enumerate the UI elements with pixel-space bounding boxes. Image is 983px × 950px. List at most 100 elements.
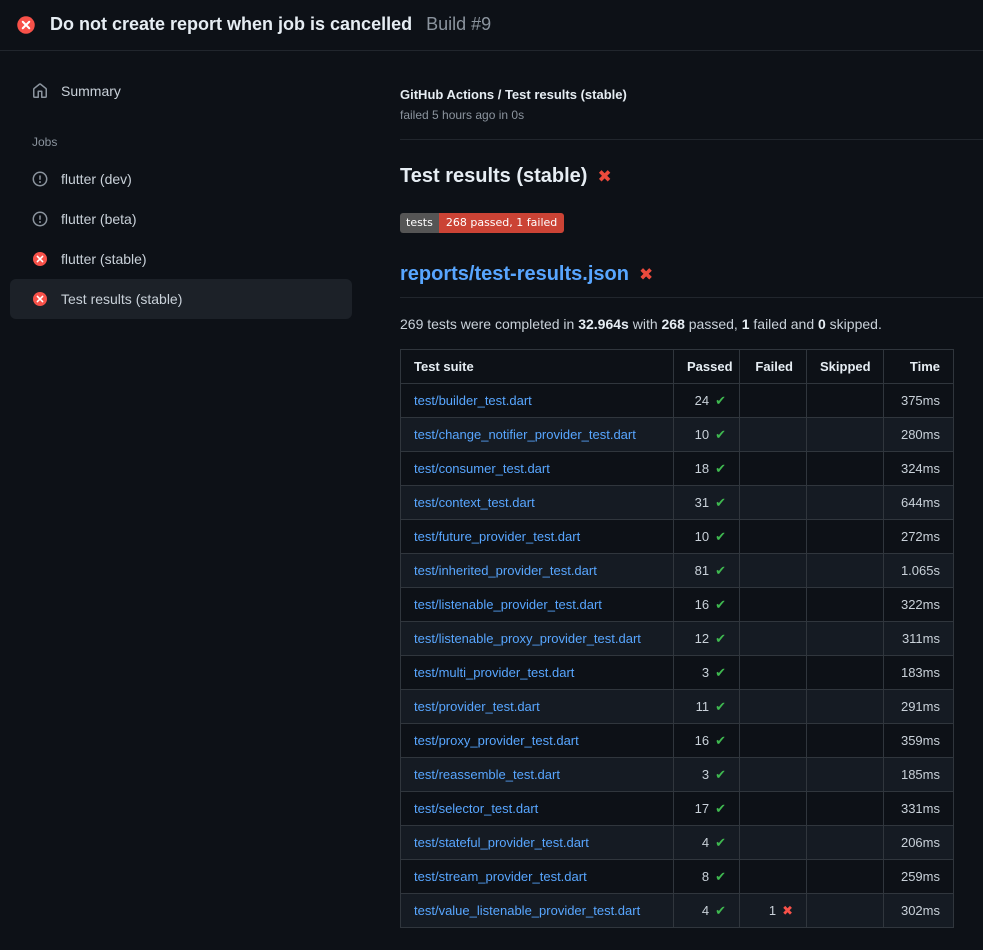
suite-cell: test/stream_provider_test.dart bbox=[401, 860, 674, 894]
passed-count: 17 bbox=[695, 801, 709, 816]
failed-cell bbox=[740, 452, 807, 486]
suite-cell: test/multi_provider_test.dart bbox=[401, 656, 674, 690]
table-row: test/consumer_test.dart 18✔ 324ms bbox=[401, 452, 954, 486]
passed-cell: 8✔ bbox=[674, 860, 740, 894]
x-icon: ✖ bbox=[782, 903, 793, 918]
summary-text: with bbox=[629, 316, 662, 332]
failed-cell bbox=[740, 758, 807, 792]
check-icon: ✔ bbox=[715, 665, 726, 680]
table-row: test/reassemble_test.dart 3✔ 185ms bbox=[401, 758, 954, 792]
skipped-cell bbox=[807, 554, 884, 588]
failed-cell bbox=[740, 622, 807, 656]
suite-link[interactable]: test/provider_test.dart bbox=[414, 699, 540, 714]
section-heading: Test results (stable) ✖ bbox=[400, 165, 983, 188]
passed-count: 3 bbox=[702, 767, 709, 782]
suite-cell: test/builder_test.dart bbox=[401, 384, 674, 418]
suite-link[interactable]: test/stateful_provider_test.dart bbox=[414, 835, 589, 850]
report-file-link[interactable]: reports/test-results.json bbox=[400, 263, 629, 286]
suite-cell: test/inherited_provider_test.dart bbox=[401, 554, 674, 588]
suite-link[interactable]: test/selector_test.dart bbox=[414, 801, 538, 816]
table-row: test/stream_provider_test.dart 8✔ 259ms bbox=[401, 860, 954, 894]
check-icon: ✔ bbox=[715, 869, 726, 884]
test-summary-line: 269 tests were completed in 32.964s with… bbox=[400, 316, 983, 332]
skipped-cell bbox=[807, 860, 884, 894]
suite-link[interactable]: test/builder_test.dart bbox=[414, 393, 532, 408]
summary-text: 269 tests were completed in bbox=[400, 316, 578, 332]
failed-cell bbox=[740, 690, 807, 724]
table-row: test/stateful_provider_test.dart 4✔ 206m… bbox=[401, 826, 954, 860]
table-row: test/value_listenable_provider_test.dart… bbox=[401, 894, 954, 928]
time-value: 272ms bbox=[901, 529, 940, 544]
suite-link[interactable]: test/value_listenable_provider_test.dart bbox=[414, 903, 640, 918]
check-icon: ✔ bbox=[715, 597, 726, 612]
time-cell: 206ms bbox=[884, 826, 954, 860]
passed-cell: 16✔ bbox=[674, 588, 740, 622]
passed-count: 12 bbox=[695, 631, 709, 646]
cross-mark-icon: ✖ bbox=[639, 266, 653, 283]
passed-cell: 11✔ bbox=[674, 690, 740, 724]
table-row: test/context_test.dart 31✔ 644ms bbox=[401, 486, 954, 520]
passed-cell: 18✔ bbox=[674, 452, 740, 486]
time-cell: 644ms bbox=[884, 486, 954, 520]
suite-link[interactable]: test/future_provider_test.dart bbox=[414, 529, 580, 544]
table-row: test/change_notifier_provider_test.dart … bbox=[401, 418, 954, 452]
table-row: test/inherited_provider_test.dart 81✔ 1.… bbox=[401, 554, 954, 588]
suite-link[interactable]: test/proxy_provider_test.dart bbox=[414, 733, 579, 748]
check-icon: ✔ bbox=[715, 495, 726, 510]
summary-failed-count: 1 bbox=[742, 316, 750, 332]
passed-cell: 31✔ bbox=[674, 486, 740, 520]
failed-cell: 1✖ bbox=[740, 894, 807, 928]
suite-link[interactable]: test/change_notifier_provider_test.dart bbox=[414, 427, 636, 442]
sidebar-item-flutter-dev[interactable]: flutter (dev) bbox=[10, 159, 352, 199]
results-table: Test suite Passed Failed Skipped Time te… bbox=[400, 349, 954, 928]
passed-cell: 81✔ bbox=[674, 554, 740, 588]
passed-cell: 4✔ bbox=[674, 894, 740, 928]
summary-text: skipped. bbox=[826, 316, 882, 332]
suite-link[interactable]: test/reassemble_test.dart bbox=[414, 767, 560, 782]
cross-mark-icon: ✖ bbox=[597, 168, 611, 185]
failed-circle-icon bbox=[32, 291, 48, 307]
table-row: test/listenable_provider_test.dart 16✔ 3… bbox=[401, 588, 954, 622]
summary-passed-count: 268 bbox=[662, 316, 685, 332]
suite-link[interactable]: test/listenable_provider_test.dart bbox=[414, 597, 602, 612]
skipped-cell bbox=[807, 486, 884, 520]
suite-link[interactable]: test/stream_provider_test.dart bbox=[414, 869, 587, 884]
suite-link[interactable]: test/consumer_test.dart bbox=[414, 461, 550, 476]
time-value: 259ms bbox=[901, 869, 940, 884]
suite-link[interactable]: test/listenable_proxy_provider_test.dart bbox=[414, 631, 641, 646]
sidebar-item-summary[interactable]: Summary bbox=[10, 71, 352, 111]
table-row: test/listenable_proxy_provider_test.dart… bbox=[401, 622, 954, 656]
passed-count: 10 bbox=[695, 529, 709, 544]
time-value: 324ms bbox=[901, 461, 940, 476]
suite-cell: test/change_notifier_provider_test.dart bbox=[401, 418, 674, 452]
column-header-failed: Failed bbox=[740, 350, 807, 384]
build-number: Build #9 bbox=[426, 14, 491, 35]
failed-cell bbox=[740, 656, 807, 690]
suite-link[interactable]: test/inherited_provider_test.dart bbox=[414, 563, 597, 578]
table-row: test/builder_test.dart 24✔ 375ms bbox=[401, 384, 954, 418]
results-table-body: test/builder_test.dart 24✔ 375ms test/ch… bbox=[401, 384, 954, 928]
suite-link[interactable]: test/context_test.dart bbox=[414, 495, 535, 510]
summary-text: failed and bbox=[750, 316, 819, 332]
sidebar-item-flutter-beta[interactable]: flutter (beta) bbox=[10, 199, 352, 239]
time-cell: 359ms bbox=[884, 724, 954, 758]
failed-cell bbox=[740, 724, 807, 758]
sidebar-item-test-results-stable[interactable]: Test results (stable) bbox=[10, 279, 352, 319]
skipped-cell bbox=[807, 690, 884, 724]
time-value: 291ms bbox=[901, 699, 940, 714]
suite-cell: test/provider_test.dart bbox=[401, 690, 674, 724]
failed-cell bbox=[740, 554, 807, 588]
check-run-header: Do not create report when job is cancell… bbox=[0, 0, 983, 51]
time-cell: 272ms bbox=[884, 520, 954, 554]
skipped-cell bbox=[807, 384, 884, 418]
skipped-cell bbox=[807, 418, 884, 452]
sidebar-item-flutter-stable[interactable]: flutter (stable) bbox=[10, 239, 352, 279]
suite-link[interactable]: test/multi_provider_test.dart bbox=[414, 665, 574, 680]
skipped-cell bbox=[807, 758, 884, 792]
check-icon: ✔ bbox=[715, 563, 726, 578]
sidebar: Summary Jobs flutter (dev) flut bbox=[0, 51, 362, 319]
failed-cell bbox=[740, 486, 807, 520]
summary-text: passed, bbox=[685, 316, 742, 332]
table-header-row: Test suite Passed Failed Skipped Time bbox=[401, 350, 954, 384]
passed-count: 24 bbox=[695, 393, 709, 408]
